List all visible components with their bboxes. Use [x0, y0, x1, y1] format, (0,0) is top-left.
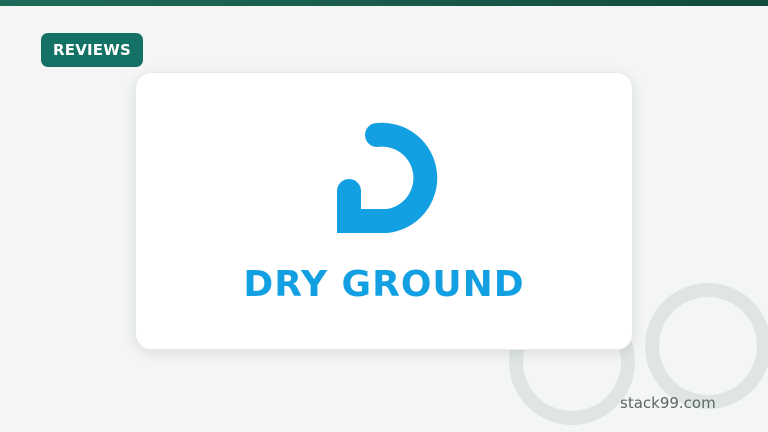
site-watermark: stack99.com [620, 394, 716, 412]
top-accent-bar [0, 0, 768, 6]
dry-ground-logo-icon [337, 122, 438, 233]
brand-name: DRY GROUND [243, 264, 525, 305]
logo-card: DRY GROUND [135, 72, 633, 350]
reviews-badge: REVIEWS [41, 33, 143, 67]
